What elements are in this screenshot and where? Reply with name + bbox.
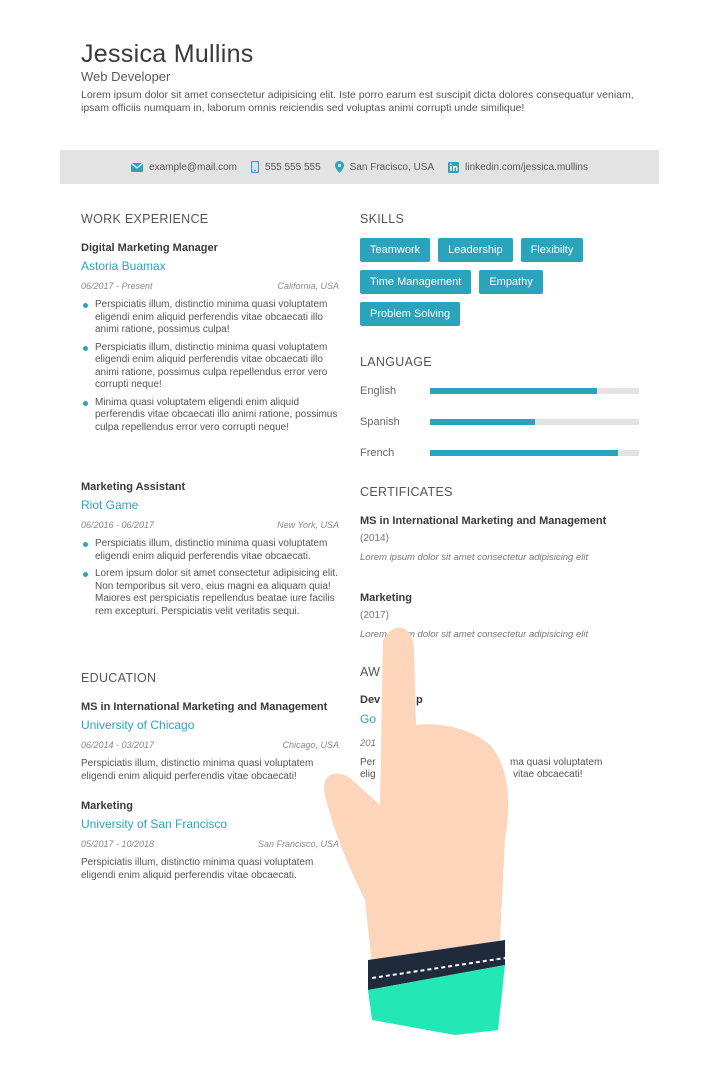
list-item: Perspiciatis illum, distinctio minima qu…	[81, 299, 339, 337]
resume-page: Jessica Mullins Web Developer Lorem ipsu…	[60, 0, 659, 1071]
list-item: Lorem ipsum dolor sit amet consectetur a…	[81, 568, 339, 618]
language-name: Spanish	[360, 415, 400, 428]
skill-tag: Teamwork	[360, 238, 431, 262]
certificates-heading: CERTIFICATES	[360, 485, 453, 499]
skills-heading: SKILLS	[360, 212, 405, 226]
job-bullets: Perspiciatis illum, distinctio minima qu…	[81, 299, 339, 434]
skill-tag: Time Management	[360, 270, 472, 294]
company-name: Riot Game	[81, 498, 139, 512]
award-title-tail: p	[416, 694, 423, 706]
award-desc-right-2: vitae obcaecati!	[513, 769, 583, 780]
language-row: French	[360, 437, 639, 468]
certificate-entry: MS in International Marketing and Manage…	[360, 515, 640, 563]
location-pin-icon	[334, 161, 344, 173]
certificate-desc: Lorem ipsum dolor sit amet consectetur a…	[360, 629, 589, 640]
language-bar-fill	[430, 449, 619, 456]
job-location: California, USA	[277, 281, 339, 291]
skill-tag: Flexibilty	[520, 238, 584, 262]
language-name: English	[360, 384, 397, 397]
certificate-title: MS in International Marketing and Manage…	[360, 515, 607, 527]
award-desc-right: ma quasi voluptatem	[510, 757, 603, 768]
linkedin-icon	[448, 161, 460, 173]
job-entry: Marketing Assistant Riot Game 06/2016 - …	[81, 481, 339, 623]
summary-text: Lorem ipsum dolor sit amet consectetur a…	[81, 89, 634, 114]
education-entry: Marketing University of San Francisco 05…	[81, 800, 339, 882]
job-entry: Digital Marketing Manager Astoria Buamax…	[81, 242, 339, 439]
language-bar	[430, 387, 639, 394]
email-text: example@mail.com	[149, 161, 238, 173]
job-meta: 06/2017 - Present California, USA	[81, 281, 339, 291]
award-desc-left: Per	[360, 757, 376, 768]
list-item: Perspiciatis illum, distinctio minima qu…	[81, 538, 339, 563]
education-meta: 05/2017 - 10/2018 San Francisco, USA	[81, 839, 339, 849]
degree-title: Marketing	[81, 800, 133, 812]
certificate-year: (2014)	[360, 533, 389, 544]
awards-heading: AW	[360, 665, 381, 679]
education-dates: 06/2014 - 03/2017	[81, 740, 155, 750]
phone-icon	[251, 161, 260, 173]
language-list: English Spanish French	[360, 375, 639, 468]
language-bar	[430, 449, 639, 456]
language-bar	[430, 418, 639, 425]
school-name: University of Chicago	[81, 718, 195, 732]
job-dates: 06/2016 - 06/2017	[81, 520, 155, 530]
certificate-entry: Marketing (2017) Lorem ipsum dolor sit a…	[360, 592, 640, 640]
language-bar-fill	[430, 387, 598, 394]
contact-location[interactable]: San Fracisco, USA	[334, 161, 435, 173]
school-name: University of San Francisco	[81, 817, 228, 831]
candidate-role: Web Developer	[81, 69, 171, 84]
skill-tag: Problem Solving	[360, 302, 461, 326]
certificate-title: Marketing	[360, 592, 412, 604]
education-location: Chicago, USA	[282, 740, 339, 750]
education-entry: MS in International Marketing and Manage…	[81, 701, 339, 783]
candidate-name: Jessica Mullins	[81, 40, 254, 68]
skills-list: Teamwork Leadership Flexibilty Time Mana…	[360, 238, 620, 326]
language-name: French	[360, 446, 395, 459]
language-row: Spanish	[360, 406, 639, 437]
contact-linkedin[interactable]: linkedin.com/jessica.mullins	[448, 161, 588, 173]
job-bullets: Perspiciatis illum, distinctio minima qu…	[81, 538, 339, 618]
degree-title: MS in International Marketing and Manage…	[81, 701, 328, 713]
language-heading: LANGUAGE	[360, 355, 432, 369]
skill-tag: Empathy	[479, 270, 543, 294]
education-meta: 06/2014 - 03/2017 Chicago, USA	[81, 740, 339, 750]
work-experience-heading: WORK EXPERIENCE	[81, 212, 209, 226]
award-title: Dev	[360, 694, 381, 706]
education-desc: Perspiciatis illum, distinctio minima qu…	[81, 857, 314, 881]
award-org: Go	[360, 712, 377, 726]
contact-email[interactable]: example@mail.com	[131, 162, 237, 173]
linkedin-text: linkedin.com/jessica.mullins	[465, 161, 588, 173]
skill-tag: Leadership	[438, 238, 513, 262]
award-desc-left-2: elig	[360, 769, 376, 780]
phone-text: 555 555 555	[265, 161, 321, 173]
job-dates: 06/2017 - Present	[81, 281, 153, 291]
list-item: Minima quasi voluptatem eligendi enim al…	[81, 397, 339, 435]
job-location: New York, USA	[277, 520, 339, 530]
job-title: Marketing Assistant	[81, 481, 186, 493]
certificate-desc: Lorem ipsum dolor sit amet consectetur a…	[360, 552, 589, 563]
list-item: Perspiciatis illum, distinctio minima qu…	[81, 342, 339, 392]
location-text: San Fracisco, USA	[349, 161, 435, 173]
education-dates: 05/2017 - 10/2018	[81, 839, 155, 849]
envelope-icon	[131, 162, 144, 172]
certificate-year: (2017)	[360, 610, 389, 621]
education-location: San Francisco, USA	[257, 839, 339, 849]
contact-phone[interactable]: 555 555 555	[251, 161, 321, 173]
job-title: Digital Marketing Manager	[81, 242, 218, 254]
award-year: 201	[360, 738, 376, 749]
job-meta: 06/2016 - 06/2017 New York, USA	[81, 520, 339, 530]
language-bar-fill	[430, 418, 535, 425]
contact-bar: example@mail.com 555 555 555 San Fracisc…	[60, 150, 659, 184]
language-row: English	[360, 375, 639, 406]
company-name: Astoria Buamax	[81, 259, 166, 273]
education-desc: Perspiciatis illum, distinctio minima qu…	[81, 758, 314, 782]
education-heading: EDUCATION	[81, 671, 157, 685]
